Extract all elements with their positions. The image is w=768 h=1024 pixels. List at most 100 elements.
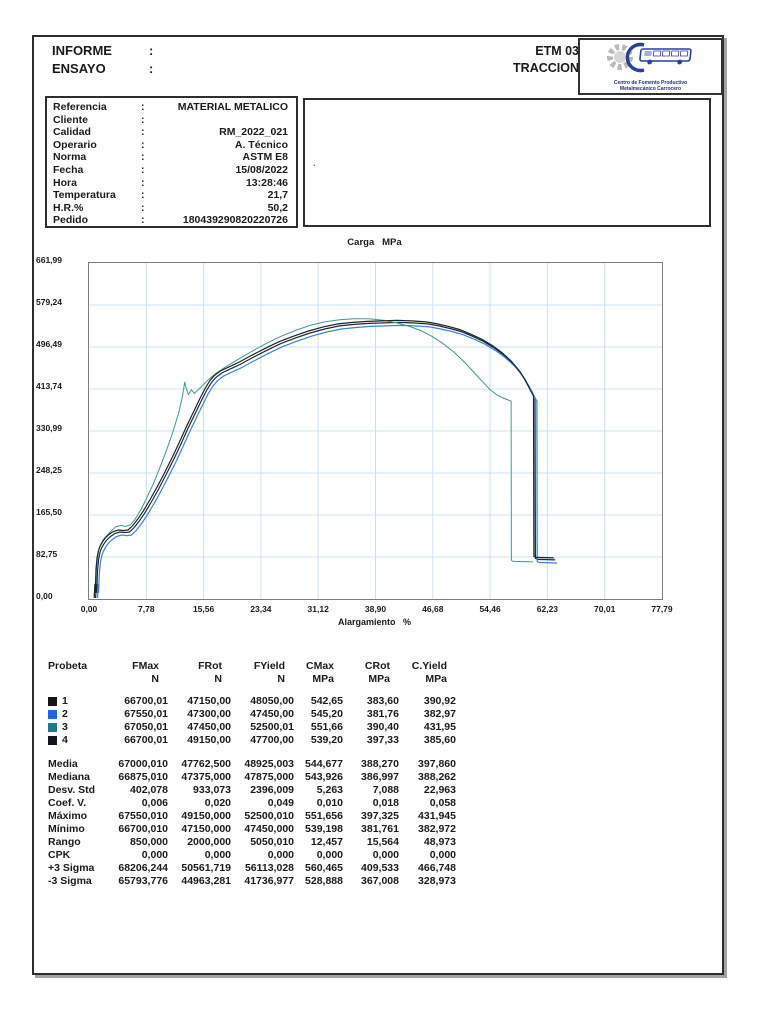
x-tick-label: 38,90 bbox=[364, 604, 387, 614]
metadata-value: 21,7 bbox=[267, 189, 288, 202]
chart-title: Carga MPa bbox=[347, 237, 402, 248]
test-name: TRACCION bbox=[513, 61, 579, 75]
metadata-row: Cliente: bbox=[53, 114, 288, 127]
metadata-label: Calidad bbox=[53, 126, 91, 139]
company-logo-box: Centro de Fomento Productivo Metalmecáni… bbox=[578, 38, 723, 95]
x-tick-label: 46,68 bbox=[422, 604, 444, 614]
stats-value-cell: 388,262 bbox=[418, 771, 456, 783]
metadata-label: Fecha bbox=[53, 163, 84, 176]
logo-caption-line2: Metalmecánico Carrocero bbox=[619, 85, 682, 92]
metadata-label: Norma bbox=[53, 151, 87, 164]
metadata-label: Operario bbox=[53, 138, 97, 151]
legend-swatch bbox=[48, 736, 57, 745]
y-tick-label: 82,75 bbox=[36, 549, 58, 559]
metadata-row: Pedido: 180439290820220726 bbox=[53, 214, 288, 227]
metadata-value: 180439290820220726 bbox=[182, 214, 288, 227]
metadata-colon: : bbox=[141, 163, 145, 176]
metadata-value: 15/08/2022 bbox=[235, 163, 288, 176]
y-tick-label: 0,00 bbox=[36, 591, 53, 601]
legend-swatch bbox=[48, 723, 57, 732]
stats-value-cell: 382,972 bbox=[418, 823, 456, 835]
test-code-block: ETM 03 TRACCION bbox=[513, 43, 579, 77]
report-page: INFORME : ENSAYO : ETM 03 TRACCION Centr… bbox=[32, 35, 724, 975]
report-subtitle-row: ENSAYO : bbox=[52, 61, 153, 76]
metadata-row: Calidad: RM_2022_021 bbox=[53, 126, 288, 139]
informe-label: INFORME bbox=[52, 43, 112, 58]
metadata-row: Referencia: MATERIAL METALICO bbox=[53, 101, 288, 114]
results-header-cell: C.Yield bbox=[411, 660, 447, 672]
stats-value-cell: 0,058 bbox=[429, 797, 456, 809]
x-tick-label: 77,79 bbox=[651, 604, 673, 614]
stats-value-cell: 0,000 bbox=[429, 849, 456, 861]
metadata-label: Referencia bbox=[53, 101, 107, 113]
stats-value-cell: 397,860 bbox=[418, 758, 456, 770]
metadata-colon: : bbox=[141, 101, 145, 113]
stats-value-cell: 22,963 bbox=[423, 784, 456, 796]
metadata-colon: : bbox=[141, 214, 145, 227]
logo-graphic bbox=[607, 42, 692, 73]
x-tick-label: 31,12 bbox=[307, 604, 329, 614]
x-tick-label: 23,34 bbox=[250, 604, 272, 614]
x-tick-label: 62,23 bbox=[536, 604, 559, 614]
ensayo-colon: : bbox=[149, 61, 154, 76]
metadata-value: MATERIAL METALICO bbox=[177, 101, 288, 113]
curve-probeta-3 bbox=[93, 318, 534, 599]
note-dot: . bbox=[313, 158, 316, 168]
x-tick-label: 70,01 bbox=[594, 604, 616, 614]
metadata-colon: : bbox=[141, 189, 145, 202]
stats-value-cell: 431,945 bbox=[418, 810, 456, 822]
x-tick-label: 0,00 bbox=[80, 604, 98, 614]
results-value-cell: 382,97 bbox=[423, 708, 456, 720]
metadata-table: Referencia: MATERIAL METALICO Cliente: Cali… bbox=[45, 96, 298, 228]
metadata-label: Hora bbox=[53, 176, 77, 189]
y-tick-label: 661,99 bbox=[36, 255, 62, 265]
informe-colon: : bbox=[149, 43, 154, 58]
metadata-value: 50,2 bbox=[267, 201, 288, 214]
legend-swatch bbox=[48, 710, 57, 719]
metadata-label: Cliente bbox=[53, 113, 89, 126]
metadata-colon: : bbox=[141, 126, 145, 139]
notes-box: . bbox=[303, 98, 711, 227]
metadata-value: ASTM E8 bbox=[242, 151, 288, 164]
test-code: ETM 03 bbox=[535, 44, 579, 58]
stats-value-cell: 48,973 bbox=[423, 836, 456, 848]
metadata-row: H.R.%: 50,2 bbox=[53, 202, 288, 215]
y-tick-label: 579,24 bbox=[36, 297, 62, 307]
stress-strain-curves bbox=[89, 263, 662, 599]
metadata-row: Hora: 13:28:46 bbox=[53, 177, 288, 190]
x-tick-label: 54,46 bbox=[479, 604, 501, 614]
stats-value-cell: 328,973 bbox=[418, 875, 456, 887]
y-tick-label: 330,99 bbox=[36, 423, 62, 433]
metadata-colon: : bbox=[141, 201, 145, 214]
metadata-label: Temperatura bbox=[53, 189, 116, 202]
metadata-row: Operario: A. Técnico bbox=[53, 139, 288, 152]
y-tick-label: 496,49 bbox=[36, 339, 62, 349]
legend-swatch bbox=[48, 697, 57, 706]
plot-area: 0,00 7,78 15,56 23,34 31,12 38,90 46,68 54,46 62… bbox=[81, 262, 673, 614]
results-table: Probeta FMax FRot FYield CMax CRot C.Yield N N N M… bbox=[48, 660, 498, 895]
metadata-value: A. Técnico bbox=[234, 138, 288, 151]
x-tick-label: 15,56 bbox=[192, 604, 215, 614]
y-tick-label: 165,50 bbox=[36, 507, 62, 517]
results-value-cell: 431,95 bbox=[423, 721, 456, 733]
x-tick-label: 7,78 bbox=[138, 604, 155, 614]
y-tick-label: 248,25 bbox=[36, 465, 62, 475]
results-value-cell: 390,92 bbox=[423, 695, 456, 707]
metadata-label: Pedido bbox=[53, 214, 89, 227]
ensayo-label: ENSAYO bbox=[52, 61, 106, 76]
results-value-cell: 385,60 bbox=[423, 734, 456, 746]
y-tick-label: 413,74 bbox=[36, 381, 62, 391]
metadata-label: H.R.% bbox=[53, 201, 84, 214]
results-unit-cell: MPa bbox=[425, 673, 447, 685]
x-axis-title: Alargamiento % bbox=[337, 617, 411, 627]
metadata-colon: : bbox=[141, 113, 145, 126]
report-title-row: INFORME : bbox=[52, 43, 153, 58]
metadata-value bbox=[155, 114, 288, 127]
metadata-colon: : bbox=[141, 176, 145, 189]
metadata-colon: : bbox=[141, 138, 145, 151]
metadata-row: Norma: ASTM E8 bbox=[53, 151, 288, 164]
metadata-row: Temperatura: 21,7 bbox=[53, 189, 288, 202]
metadata-colon: : bbox=[141, 151, 145, 164]
metadata-row: Fecha: 15/08/2022 bbox=[53, 164, 288, 177]
stats-value-cell: 466,748 bbox=[418, 862, 456, 874]
